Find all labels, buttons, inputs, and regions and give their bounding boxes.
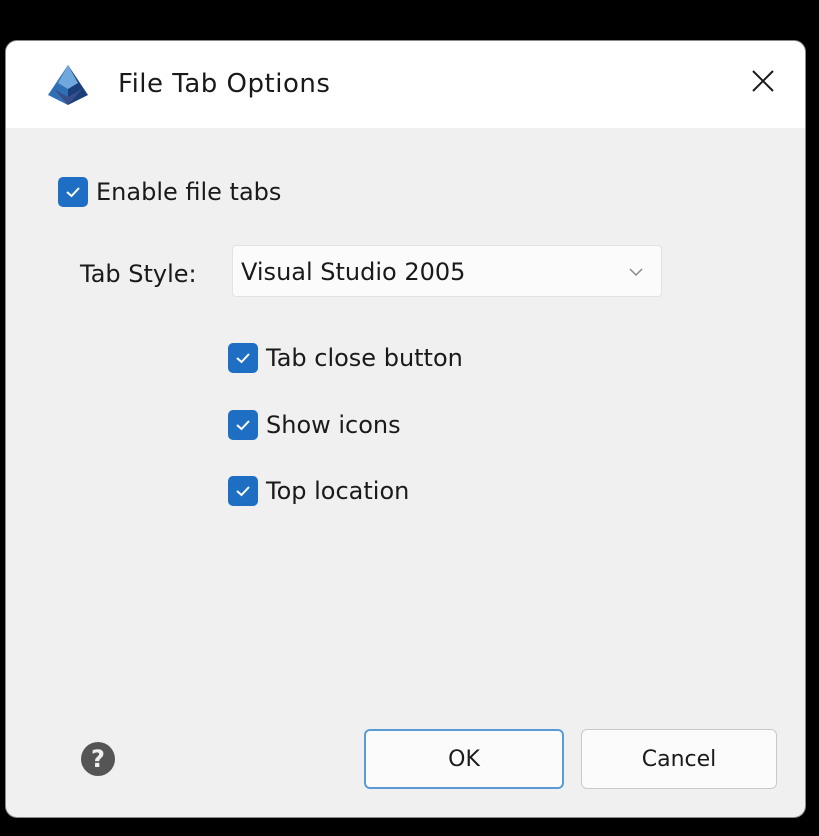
title-bar: File Tab Options — [6, 41, 805, 128]
top-location-label: Top location — [266, 477, 410, 505]
checkbox-checked[interactable] — [228, 343, 258, 373]
checkmark-icon — [236, 420, 250, 431]
file-tab-options-dialog: File Tab Options Enable file tabs Tab St… — [5, 40, 806, 818]
checkmark-icon — [236, 353, 250, 364]
enable-file-tabs-label: Enable file tabs — [96, 178, 282, 206]
checkbox-checked[interactable] — [58, 177, 88, 207]
checkmark-icon — [236, 486, 250, 497]
tab-style-select[interactable]: Visual Studio 2005 — [232, 245, 662, 297]
close-icon — [752, 70, 774, 92]
top-location-checkbox[interactable]: Top location — [228, 476, 409, 506]
ok-button[interactable]: OK — [364, 729, 564, 789]
checkbox-checked[interactable] — [228, 476, 258, 506]
chevron-down-icon — [629, 268, 643, 277]
tab-close-button-checkbox[interactable]: Tab close button — [228, 343, 463, 373]
tab-style-label: Tab Style: — [80, 260, 197, 288]
show-icons-label: Show icons — [266, 411, 401, 439]
checkbox-checked[interactable] — [228, 410, 258, 440]
close-button[interactable] — [741, 59, 785, 103]
show-icons-checkbox[interactable]: Show icons — [228, 410, 401, 440]
svg-text:?: ? — [91, 745, 105, 773]
tab-style-selected-value: Visual Studio 2005 — [241, 258, 466, 286]
tab-close-button-label: Tab close button — [266, 344, 463, 372]
dialog-title: File Tab Options — [118, 69, 331, 99]
question-circle-icon[interactable]: ? — [80, 741, 116, 777]
cancel-button[interactable]: Cancel — [581, 729, 777, 789]
pyramid-app-icon — [48, 65, 88, 105]
enable-file-tabs-checkbox[interactable]: Enable file tabs — [58, 177, 281, 207]
checkmark-icon — [66, 187, 80, 198]
